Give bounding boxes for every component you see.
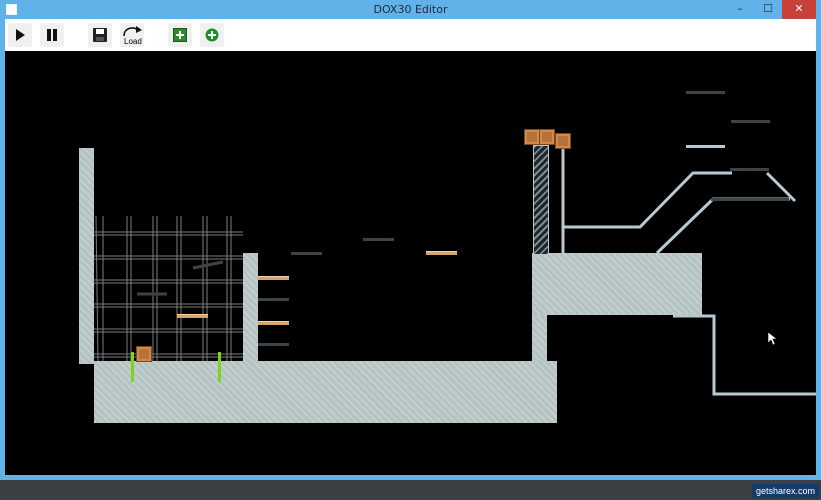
wood-plank[interactable] [258,276,289,280]
maximize-button[interactable]: ☐ [755,0,781,19]
hatched-column[interactable] [533,145,549,255]
add-block-icon [173,28,187,42]
load-arrow-icon [123,26,142,37]
dark-step[interactable] [291,252,322,255]
dark-step[interactable] [258,298,289,301]
dark-step[interactable] [731,120,770,123]
taskbar-strip: getsharex.com [0,480,821,500]
save-icon [93,28,107,42]
pause-icon [47,29,57,41]
level-canvas[interactable] [5,51,816,475]
wire-cage [94,147,816,396]
dark-step[interactable] [711,198,789,201]
title-bar[interactable]: DOX30 Editor – ☐ ✕ [0,0,821,19]
add-circle-icon [205,28,219,42]
toolbar: Load [5,19,816,51]
play-icon [16,29,25,41]
app-window: DOX30 Editor – ☐ ✕ Load [0,0,821,480]
crate[interactable] [539,129,555,145]
load-label: Load [124,37,142,46]
crate[interactable] [555,133,571,149]
watermark: getsharex.com [751,484,819,498]
minimize-button[interactable]: – [727,0,753,19]
dark-step[interactable] [686,91,725,94]
wood-plank[interactable] [177,314,208,318]
crate[interactable] [524,129,540,145]
spring-post[interactable] [131,352,134,382]
add-block-button[interactable] [168,23,192,47]
dark-step[interactable] [363,238,394,241]
wood-plank[interactable] [258,321,289,325]
close-button[interactable]: ✕ [782,0,816,19]
add-item-button[interactable] [200,23,224,47]
light-ledge[interactable] [686,145,725,148]
wood-plank[interactable] [426,251,457,255]
dark-step[interactable] [258,343,289,346]
mouse-cursor-icon [768,332,778,346]
spring-post[interactable] [218,352,221,382]
crate[interactable] [136,346,152,362]
window-title: DOX30 Editor [373,3,448,16]
play-button[interactable] [8,23,32,47]
load-button[interactable]: Load [120,23,144,47]
dark-step[interactable] [730,168,769,171]
save-button[interactable] [88,23,112,47]
pause-button[interactable] [40,23,64,47]
